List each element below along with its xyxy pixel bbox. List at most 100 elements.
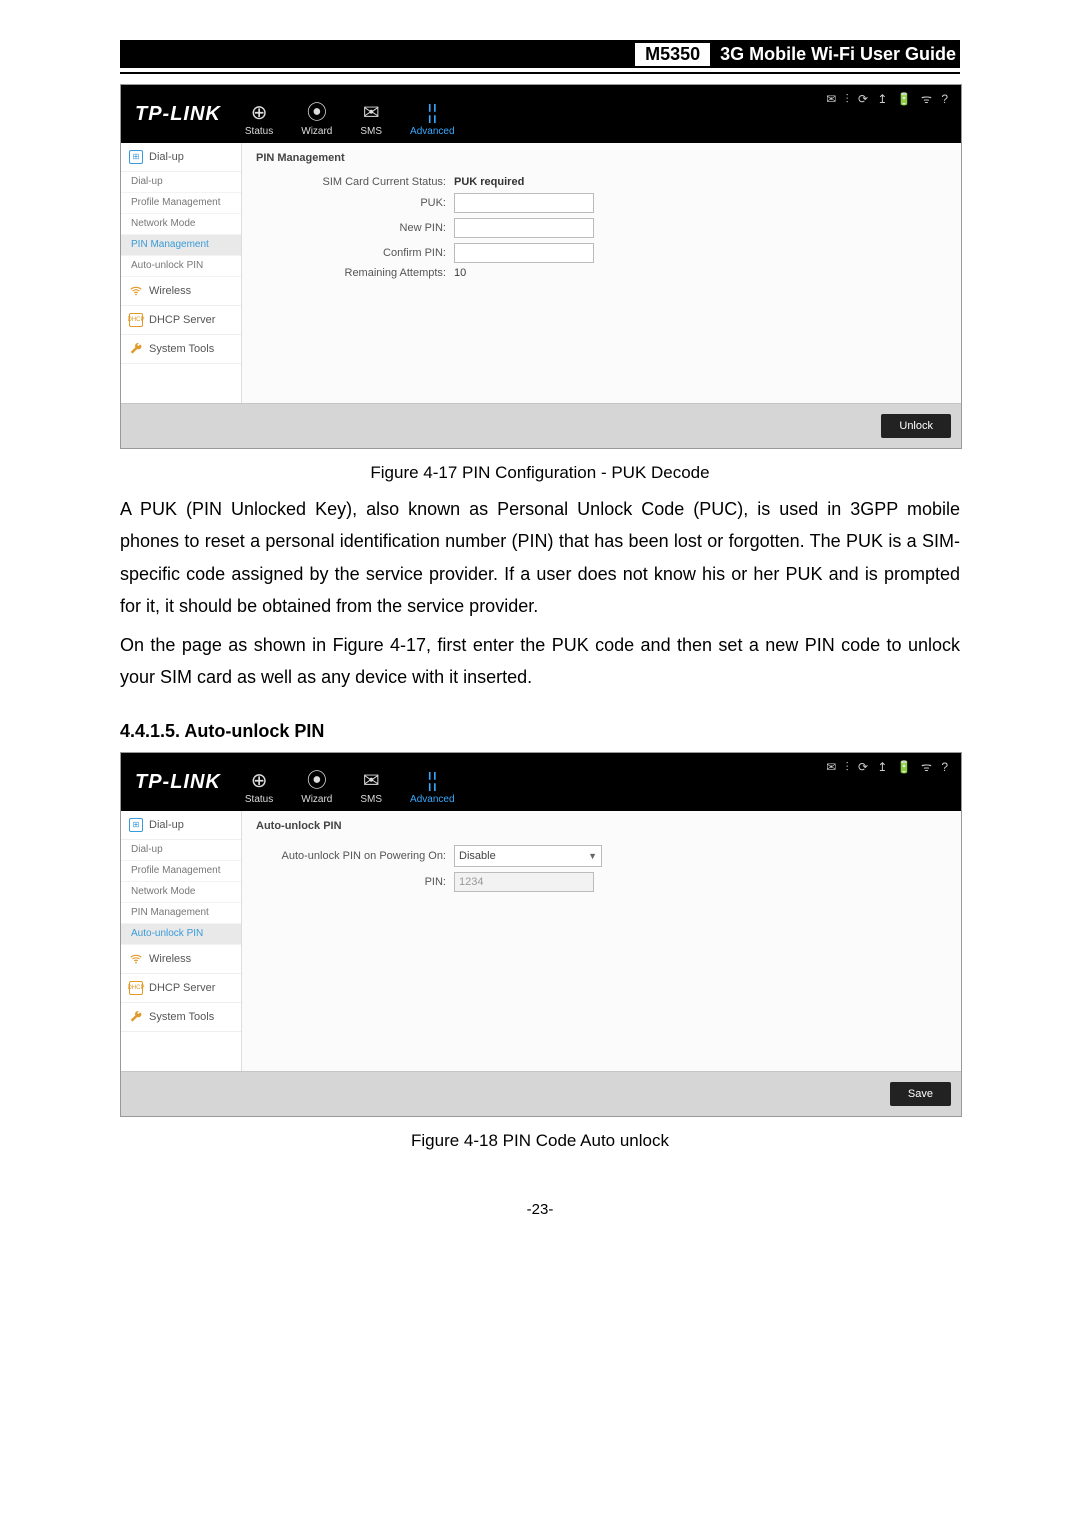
unlock-button[interactable]: Unlock — [881, 414, 951, 438]
pane-heading-2: Auto-unlock PIN — [256, 821, 947, 840]
nav-advanced[interactable]: ¦¦ Advanced — [410, 103, 454, 137]
sidebar-head-tools-2[interactable]: System Tools — [121, 1003, 241, 1032]
dhcp-icon: DHCP — [129, 313, 143, 327]
puk-label: PUK: — [256, 198, 454, 209]
sidebar-item-dialup-2[interactable]: Dial-up — [121, 840, 241, 861]
chevron-down-icon: ▼ — [588, 852, 597, 861]
target-icon: ⦿ — [301, 103, 332, 123]
power-label: Auto-unlock PIN on Powering On: — [256, 851, 454, 862]
nav-advanced-label: Advanced — [410, 126, 454, 137]
content-pane-2: Auto-unlock PIN Auto-unlock PIN on Power… — [242, 811, 961, 1071]
row-sim-status: SIM Card Current Status: PUK required — [256, 177, 947, 188]
top-nav: ⊕ Status ⦿ Wizard ✉ SMS ¦¦ Advanced — [245, 103, 455, 143]
page-number: -23- — [120, 1201, 960, 1218]
nav-advanced-label-2: Advanced — [410, 794, 454, 805]
sidebar-head-dhcp-2[interactable]: DHCPDHCP Server — [121, 974, 241, 1003]
row-puk: PUK: — [256, 193, 947, 213]
figure-caption-2: Figure 4-18 PIN Code Auto unlock — [120, 1131, 960, 1151]
row-auto-pin: PIN: — [256, 872, 947, 892]
status-tray-2: ✉ ⫶ ⟳ ↥ 🔋 ᯤ ? — [826, 761, 951, 773]
envelope-icon: ✉ — [360, 771, 382, 791]
power-select[interactable]: Disable ▼ — [454, 845, 602, 867]
paragraph-1: A PUK (PIN Unlocked Key), also known as … — [120, 493, 960, 623]
sidebar-item-pin[interactable]: PIN Management — [121, 235, 241, 256]
pane-footer: Unlock — [121, 403, 961, 448]
sidebar-item-profile-2[interactable]: Profile Management — [121, 861, 241, 882]
sidebar-item-network-2[interactable]: Network Mode — [121, 882, 241, 903]
sidebar-head-dhcp[interactable]: DHCP DHCP Server — [121, 306, 241, 335]
row-power: Auto-unlock PIN on Powering On: Disable … — [256, 845, 947, 867]
nav-wizard[interactable]: ⦿ Wizard — [301, 103, 332, 137]
auto-pin-label: PIN: — [256, 877, 454, 888]
sim-status-label: SIM Card Current Status: — [256, 177, 454, 188]
sliders-icon: ¦¦ — [410, 103, 454, 123]
wrench-icon — [129, 1010, 143, 1024]
sidebar-head-wireless-2[interactable]: Wireless — [121, 945, 241, 974]
nav-status[interactable]: ⊕ Status — [245, 103, 273, 137]
target-icon: ⦿ — [301, 771, 332, 791]
nav-sms[interactable]: ✉ SMS — [360, 103, 382, 137]
nav-wizard-2[interactable]: ⦿ Wizard — [301, 771, 332, 805]
sidebar-head-tools[interactable]: System Tools — [121, 335, 241, 364]
nav-advanced-2[interactable]: ¦¦ Advanced — [410, 771, 454, 805]
sliders-icon: ¦¦ — [410, 771, 454, 791]
nav-sms-2[interactable]: ✉ SMS — [360, 771, 382, 805]
envelope-icon: ✉ — [360, 103, 382, 123]
wifi-icon — [129, 284, 143, 298]
app-top-bar: TP-LINK ⊕Status ⦿Wizard ✉SMS ¦¦Advanced … — [121, 85, 961, 143]
doc-header: M5350 3G Mobile Wi-Fi User Guide — [120, 40, 960, 68]
status-tray: ✉ ⫶ ⟳ ↥ 🔋 ᯤ ? — [826, 93, 951, 105]
app-top-bar-2: TP-LINK ⊕Status ⦿Wizard ✉SMS ¦¦Advanced … — [121, 753, 961, 811]
power-select-value: Disable — [459, 851, 496, 862]
sidebar-item-profile[interactable]: Profile Management — [121, 193, 241, 214]
nav-sms-label-2: SMS — [360, 794, 382, 805]
remaining-value: 10 — [454, 268, 466, 279]
globe-icon: ⊕ — [245, 103, 273, 123]
sidebar-head-dialup-label: Dial-up — [149, 152, 184, 163]
paragraph-2: On the page as shown in Figure 4-17, fir… — [120, 629, 960, 694]
sidebar-item-auto-2[interactable]: Auto-unlock PIN — [121, 924, 241, 945]
puk-input[interactable] — [454, 193, 594, 213]
newpin-input[interactable] — [454, 218, 594, 238]
nav-status-2[interactable]: ⊕ Status — [245, 771, 273, 805]
content-pane: PIN Management SIM Card Current Status: … — [242, 143, 961, 403]
pane-heading: PIN Management — [256, 153, 947, 172]
sidebar-item-dialup[interactable]: Dial-up — [121, 172, 241, 193]
sidebar-dhcp-label: DHCP Server — [149, 315, 215, 326]
brand-logo: TP-LINK — [121, 85, 235, 143]
row-remaining: Remaining Attempts: 10 — [256, 268, 947, 279]
nav-sms-label: SMS — [360, 126, 382, 137]
top-nav-2: ⊕ Status ⦿ Wizard ✉ SMS ¦¦ Advanced — [245, 771, 455, 811]
nav-wizard-label: Wizard — [301, 126, 332, 137]
confirm-label: Confirm PIN: — [256, 248, 454, 259]
nav-status-label-2: Status — [245, 794, 273, 805]
sidebar: ⊞ Dial-up Dial-up Profile Management Netw… — [121, 143, 242, 403]
sidebar-item-network[interactable]: Network Mode — [121, 214, 241, 235]
newpin-label: New PIN: — [256, 223, 454, 234]
figure-caption-1: Figure 4-17 PIN Configuration - PUK Deco… — [120, 463, 960, 483]
dhcp-icon: DHCP — [129, 981, 143, 995]
grid-icon: ⊞ — [129, 818, 143, 832]
row-confirm: Confirm PIN: — [256, 243, 947, 263]
sidebar-head-dialup[interactable]: ⊞ Dial-up — [121, 143, 241, 172]
grid-icon: ⊞ — [129, 150, 143, 164]
doc-title: 3G Mobile Wi-Fi User Guide — [720, 44, 960, 65]
row-newpin: New PIN: — [256, 218, 947, 238]
pane-footer-2: Save — [121, 1071, 961, 1116]
remaining-label: Remaining Attempts: — [256, 268, 454, 279]
auto-pin-input — [454, 872, 594, 892]
nav-status-label: Status — [245, 126, 273, 137]
wrench-icon — [129, 342, 143, 356]
globe-icon: ⊕ — [245, 771, 273, 791]
screenshot-pin-management: TP-LINK ⊕Status ⦿Wizard ✉SMS ¦¦Advanced … — [120, 84, 962, 449]
sidebar-head-dialup-2[interactable]: ⊞Dial-up — [121, 811, 241, 840]
confirm-input[interactable] — [454, 243, 594, 263]
model-badge: M5350 — [635, 43, 710, 66]
screenshot-auto-unlock: TP-LINK ⊕Status ⦿Wizard ✉SMS ¦¦Advanced … — [120, 752, 962, 1117]
sidebar-item-pin-2[interactable]: PIN Management — [121, 903, 241, 924]
sidebar-item-auto[interactable]: Auto-unlock PIN — [121, 256, 241, 277]
nav-wizard-label-2: Wizard — [301, 794, 332, 805]
wifi-icon — [129, 952, 143, 966]
save-button[interactable]: Save — [890, 1082, 951, 1106]
sidebar-head-wireless[interactable]: Wireless — [121, 277, 241, 306]
